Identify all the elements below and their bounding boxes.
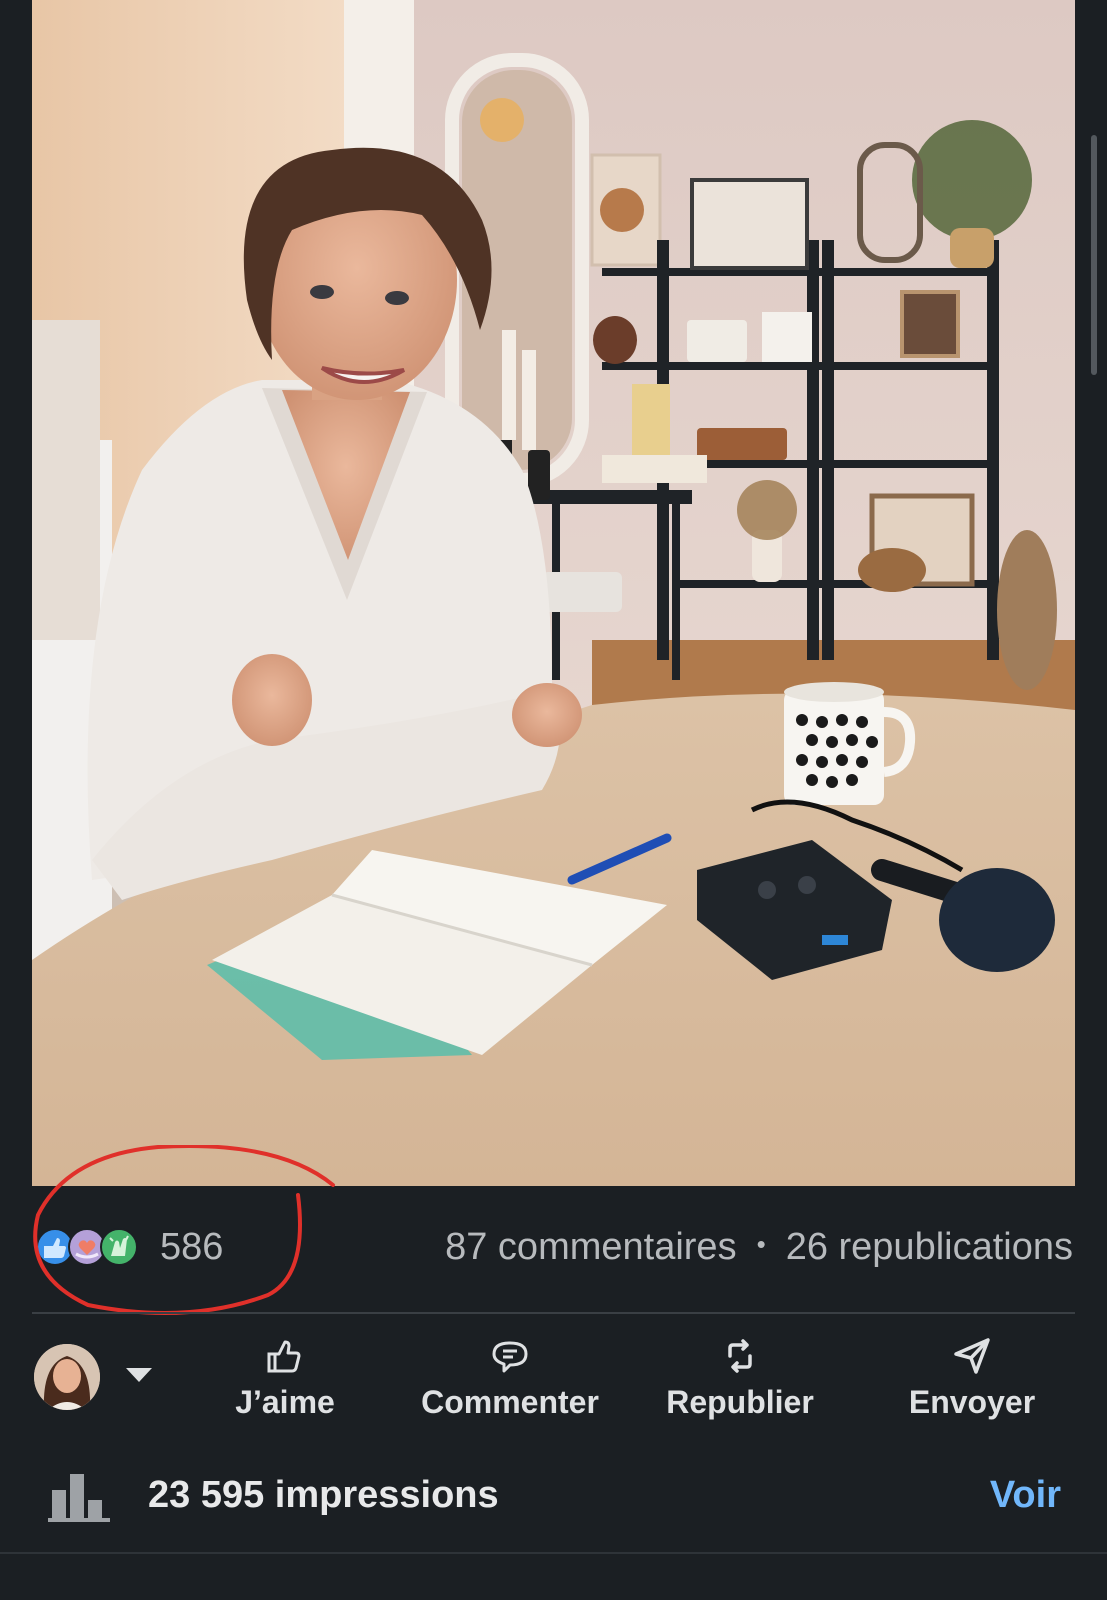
action-bar: J’aime Commenter Republier Envoyer bbox=[0, 1326, 1107, 1436]
comment-button[interactable]: Commenter bbox=[412, 1334, 608, 1430]
reaction-icons[interactable] bbox=[36, 1228, 146, 1268]
comments-reposts: 87 commentaires • 26 republications bbox=[445, 1226, 1073, 1269]
send-label: Envoyer bbox=[908, 1384, 1036, 1420]
thumbs-up-icon bbox=[267, 1340, 301, 1373]
bar-chart-icon bbox=[48, 1474, 110, 1522]
scrollbar-thumb[interactable] bbox=[1091, 135, 1097, 375]
divider bbox=[32, 1312, 1075, 1314]
repost-icon bbox=[728, 1339, 752, 1373]
impressions-count: 23 595 impressions bbox=[148, 1474, 499, 1516]
avatar[interactable] bbox=[34, 1344, 100, 1410]
comment-count[interactable]: 87 commentaires bbox=[445, 1226, 736, 1268]
chevron-down-icon[interactable] bbox=[126, 1368, 152, 1382]
repost-label: Republier bbox=[666, 1384, 814, 1420]
comment-icon bbox=[492, 1341, 528, 1373]
repost-button[interactable]: Republier bbox=[660, 1334, 820, 1430]
social-counts: 586 87 commentaires • 26 republications bbox=[32, 1208, 1075, 1288]
like-button[interactable]: J’aime bbox=[226, 1334, 344, 1430]
view-analytics-link[interactable]: Voir bbox=[990, 1474, 1061, 1517]
post-image[interactable] bbox=[32, 0, 1075, 1186]
separator-dot: • bbox=[756, 1229, 766, 1259]
divider-bottom bbox=[0, 1552, 1107, 1554]
celebrate-icon bbox=[100, 1228, 138, 1266]
comment-label: Commenter bbox=[421, 1384, 599, 1420]
send-button[interactable]: Envoyer bbox=[906, 1334, 1038, 1430]
reaction-count[interactable]: 586 bbox=[160, 1226, 223, 1269]
send-icon bbox=[954, 1338, 990, 1374]
like-label: J’aime bbox=[235, 1384, 335, 1420]
impressions-row: 23 595 impressions Voir bbox=[0, 1460, 1107, 1540]
repost-count[interactable]: 26 republications bbox=[786, 1226, 1073, 1268]
